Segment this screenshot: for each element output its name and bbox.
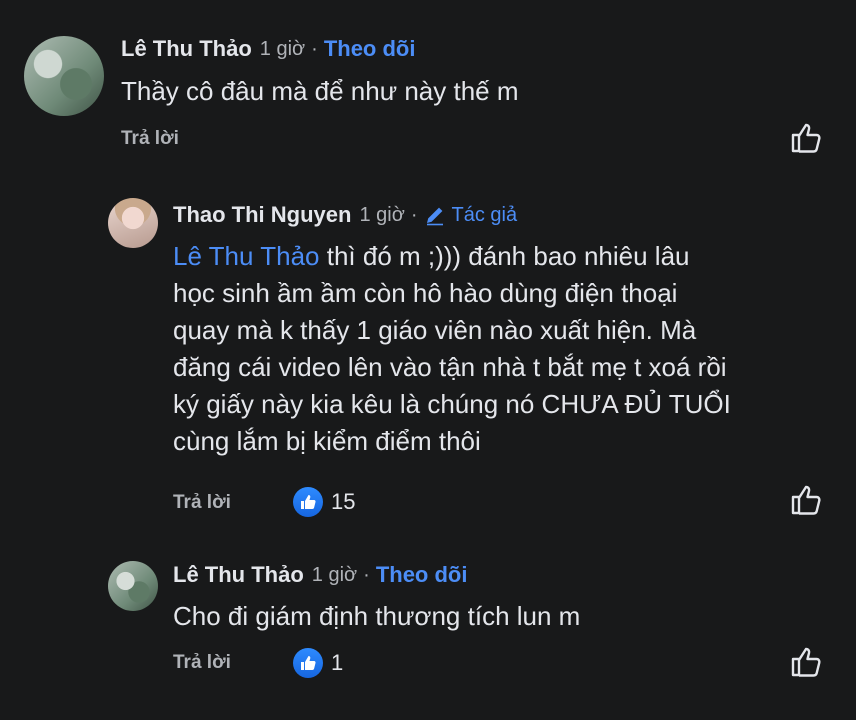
comment-text: Thầy cô đâu mà để như này thế m [121,76,519,106]
comment-time[interactable]: 1 giờ [312,564,357,587]
avatar[interactable] [108,198,158,248]
comment-header: Lê Thu Thảo 1 giờ · Theo dõi [121,36,415,62]
like-icon[interactable] [790,484,824,521]
comment-time[interactable]: 1 giờ [359,204,404,227]
comment-line: học sinh ầm ầm còn hô hào dùng điện thoạ… [173,278,678,308]
comment-time[interactable]: 1 giờ [260,38,305,61]
comment-line: ký giấy này kia kêu là chúng nó CHƯA ĐỦ … [173,389,731,419]
like-reaction-icon [293,487,323,517]
reaction-count[interactable]: 1 [293,648,343,678]
like-count: 15 [331,489,356,514]
reaction-count[interactable]: 15 [293,487,355,517]
comment-header: Lê Thu Thảo 1 giờ · Theo dõi [173,562,467,588]
comment-line: cùng lắm bị kiểm điểm thôi [173,426,481,456]
follow-button[interactable]: Theo dõi [376,562,468,588]
comment-line: thì đó m ;))) đánh bao nhiêu lâu [319,241,690,271]
separator-dot: · [363,563,370,586]
separator-dot: · [311,37,318,60]
mention-link[interactable]: Lê Thu Thảo [173,241,320,271]
avatar[interactable] [108,561,158,611]
like-icon[interactable] [790,122,824,159]
commenter-name[interactable]: Lê Thu Thảo [173,562,304,588]
author-badge: Tác giả [424,203,518,227]
comment-header: Thao Thi Nguyen 1 giờ · Tác giả [173,202,517,228]
commenter-name[interactable]: Lê Thu Thảo [121,36,252,62]
comment-line: đăng cái video lên vào tận nhà t bắt mẹ … [173,352,727,382]
like-reaction-icon [293,648,323,678]
reply-button[interactable]: Trả lời [173,652,231,674]
separator-dot: · [410,203,418,226]
avatar[interactable] [24,36,104,116]
pencil-icon [426,207,443,226]
author-badge-label: Tác giả [451,203,518,226]
comment-text: Lê Thu Thảo thì đó m ;))) đánh bao nhiêu… [173,238,731,460]
comment-line: quay mà k thấy 1 giáo viên nào xuất hiện… [173,315,697,345]
reply-button[interactable]: Trả lời [121,128,179,150]
comment-text: Cho đi giám định thương tích lun m [173,601,581,631]
like-count: 1 [331,650,344,675]
commenter-name[interactable]: Thao Thi Nguyen [173,202,351,228]
like-icon[interactable] [790,646,824,683]
follow-button[interactable]: Theo dõi [324,36,416,62]
reply-button[interactable]: Trả lời [173,492,231,514]
